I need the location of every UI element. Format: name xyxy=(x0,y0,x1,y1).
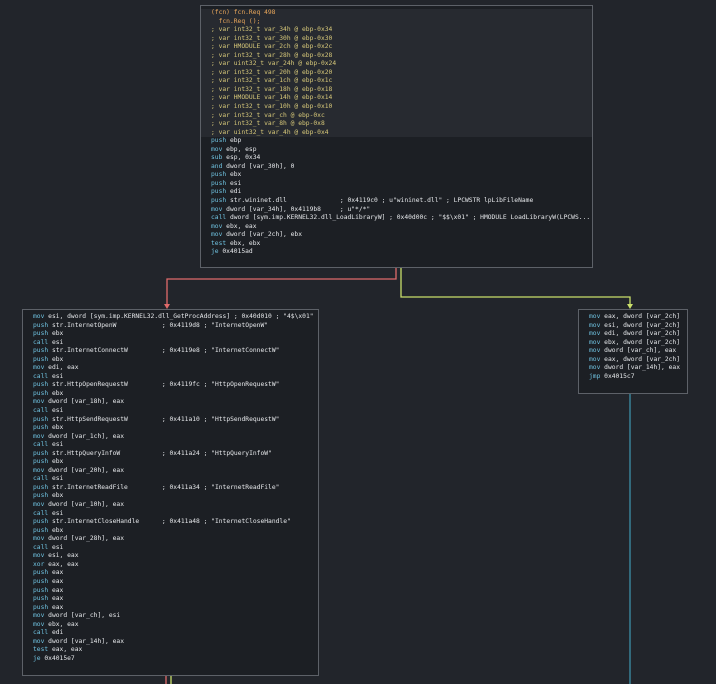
instruction-line[interactable]: mov dword [var_14h], eax xyxy=(33,638,308,647)
instruction-line[interactable]: push ebx xyxy=(33,492,308,501)
instruction-line[interactable]: push str.HttpOpenRequestW ; 0x4119fc ; "… xyxy=(33,381,308,390)
instruction-line[interactable]: push ebx xyxy=(33,424,308,433)
instruction-line[interactable]: jmp 0x4015c7 xyxy=(589,373,683,382)
instruction-line[interactable]: mov dword [var_18h], eax xyxy=(33,398,308,407)
instruction-line[interactable]: ; var uint32_t var_24h @ ebp-0x24 xyxy=(201,60,592,69)
instruction-line[interactable]: push ebx xyxy=(33,527,308,536)
instruction-line[interactable]: push ebx xyxy=(33,356,308,365)
instruction-line[interactable]: ; var int32_t var_18h @ ebp-0x18 xyxy=(201,85,592,95)
instruction-line[interactable]: ; var HMODULE var_2ch @ ebp-0x2c xyxy=(201,43,592,52)
instruction-line[interactable]: mov dword [var_ch], eax xyxy=(589,347,683,356)
instruction-line[interactable]: mov dword [var_2ch], ebx xyxy=(211,231,582,240)
block-code: mov eax, dword [var_2ch] mov esi, dword [… xyxy=(579,310,687,381)
instruction-line[interactable]: mov esi, dword [var_2ch] xyxy=(589,322,683,331)
false-branch-edge xyxy=(166,268,397,304)
instruction-line[interactable]: call esi xyxy=(33,441,308,450)
true-branch-edge xyxy=(400,268,631,304)
instruction-line[interactable]: mov edi, eax xyxy=(33,364,308,373)
instruction-line[interactable]: test ebx, ebx xyxy=(211,240,582,249)
instruction-line[interactable]: push eax xyxy=(33,578,308,587)
instruction-line[interactable]: mov esi, dword [sym.imp.KERNEL32.dll_Get… xyxy=(33,313,314,322)
instruction-line[interactable]: push ebx xyxy=(33,390,308,399)
instruction-line[interactable]: fcn.Req (); xyxy=(201,17,592,27)
basic-block-imports[interactable]: mov esi, dword [sym.imp.KERNEL32.dll_Get… xyxy=(22,309,319,676)
instruction-line[interactable]: call esi xyxy=(33,510,308,519)
instruction-line[interactable]: xor eax, eax xyxy=(33,561,308,570)
instruction-line[interactable]: mov ebx, dword [var_2ch] xyxy=(589,339,683,348)
instruction-line[interactable]: push str.wininet.dll ; 0x4119c0 ; u"wini… xyxy=(211,197,582,206)
instruction-line[interactable]: mov dword [var_28h], eax xyxy=(33,535,308,544)
block-code: mov esi, dword [sym.imp.KERNEL32.dll_Get… xyxy=(23,310,318,663)
instruction-line[interactable]: mov dword [var_14h], eax xyxy=(589,364,683,373)
instruction-line[interactable]: push str.InternetReadFile ; 0x411a34 ; "… xyxy=(33,484,308,493)
instruction-line[interactable]: push str.HttpQueryInfoW ; 0x411a24 ; "Ht… xyxy=(33,450,308,459)
instruction-line[interactable]: mov dword [var_10h], eax xyxy=(33,501,308,510)
instruction-line[interactable]: push ebp xyxy=(211,137,582,146)
basic-block-entry[interactable]: (fcn) fcn.Req 498 fcn.Req ();; var int32… xyxy=(200,5,593,268)
instruction-line[interactable]: mov eax, dword [var_2ch] xyxy=(589,313,683,322)
instruction-line[interactable]: call esi xyxy=(33,544,308,553)
basic-block-fallback[interactable]: mov eax, dword [var_2ch] mov esi, dword [… xyxy=(578,309,688,394)
instruction-line[interactable]: call esi xyxy=(33,407,308,416)
instruction-line[interactable]: call dword [sym.imp.KERNEL32.dll_LoadLib… xyxy=(211,214,590,223)
instruction-line[interactable]: (fcn) fcn.Req 498 xyxy=(201,9,592,18)
instruction-line[interactable]: mov ebp, esp xyxy=(211,146,582,155)
instruction-line[interactable]: sub esp, 0x34 xyxy=(211,154,582,163)
instruction-line[interactable]: push eax xyxy=(33,595,308,604)
instruction-line[interactable]: push eax xyxy=(33,587,308,596)
instruction-line[interactable]: call edi xyxy=(33,629,308,638)
instruction-line[interactable]: ; var int32_t var_1ch @ ebp-0x1c xyxy=(201,77,592,86)
instruction-line[interactable]: ; var int32_t var_10h @ ebp-0x10 xyxy=(201,103,592,112)
block-code: (fcn) fcn.Req 498 fcn.Req ();; var int32… xyxy=(201,6,592,257)
instruction-line[interactable]: ; var uint32_t var_4h @ ebp-0x4 xyxy=(201,128,592,138)
instruction-line[interactable]: mov ebx, eax xyxy=(33,621,308,630)
instruction-line[interactable]: mov dword [var_20h], eax xyxy=(33,467,308,476)
instruction-line[interactable]: and dword [var_30h], 0 xyxy=(211,163,582,172)
instruction-line[interactable]: mov dword [var_1ch], eax xyxy=(33,433,308,442)
instruction-line[interactable]: mov dword [var_ch], esi xyxy=(33,612,308,621)
instruction-line[interactable]: push ebx xyxy=(211,171,582,180)
instruction-line[interactable]: je 0x4015e7 xyxy=(33,655,308,664)
instruction-line[interactable]: push str.HttpSendRequestW ; 0x411a10 ; "… xyxy=(33,416,308,425)
instruction-line[interactable]: mov ebx, eax xyxy=(211,223,582,232)
instruction-line[interactable]: ; var int32_t var_34h @ ebp-0x34 xyxy=(201,26,592,35)
instruction-line[interactable]: push eax xyxy=(33,569,308,578)
instruction-line[interactable]: call esi xyxy=(33,475,308,484)
instruction-line[interactable]: push ebx xyxy=(33,458,308,467)
instruction-line[interactable]: ; var int32_t var_8h @ ebp-0x8 xyxy=(201,120,592,129)
instruction-line[interactable]: je 0x4015ad xyxy=(211,248,582,257)
instruction-line[interactable]: push eax xyxy=(33,604,308,613)
instruction-line[interactable]: call esi xyxy=(33,339,308,348)
instruction-line[interactable]: ; var int32_t var_20h @ ebp-0x20 xyxy=(201,68,592,78)
instruction-line[interactable]: mov dword [var_34h], 0x4119b8 ; u"*/*" xyxy=(211,206,582,215)
instruction-line[interactable]: push esi xyxy=(211,180,582,189)
instruction-line[interactable]: push ebx xyxy=(33,330,308,339)
instruction-line[interactable]: push str.InternetCloseHandle ; 0x411a48 … xyxy=(33,518,308,527)
instruction-line[interactable]: push str.InternetConnectW ; 0x4119e8 ; "… xyxy=(33,347,308,356)
instruction-line[interactable]: ; var int32_t var_28h @ ebp-0x28 xyxy=(201,51,592,61)
instruction-line[interactable]: mov esi, eax xyxy=(33,552,308,561)
instruction-line[interactable]: mov edi, dword [var_2ch] xyxy=(589,330,683,339)
instruction-line[interactable]: push str.InternetOpenW ; 0x4119d8 ; "Int… xyxy=(33,322,308,331)
instruction-line[interactable]: push edi xyxy=(211,188,582,197)
instruction-line[interactable]: test eax, eax xyxy=(33,646,308,655)
instruction-line[interactable]: ; var int32_t var_30h @ ebp-0x30 xyxy=(201,34,592,44)
instruction-line[interactable]: ; var HMODULE var_14h @ ebp-0x14 xyxy=(201,94,592,104)
instruction-line[interactable]: call esi xyxy=(33,373,308,382)
instruction-line[interactable]: mov eax, dword [var_2ch] xyxy=(589,356,683,365)
instruction-line[interactable]: ; var int32_t var_ch @ ebp-0xc xyxy=(201,111,592,121)
